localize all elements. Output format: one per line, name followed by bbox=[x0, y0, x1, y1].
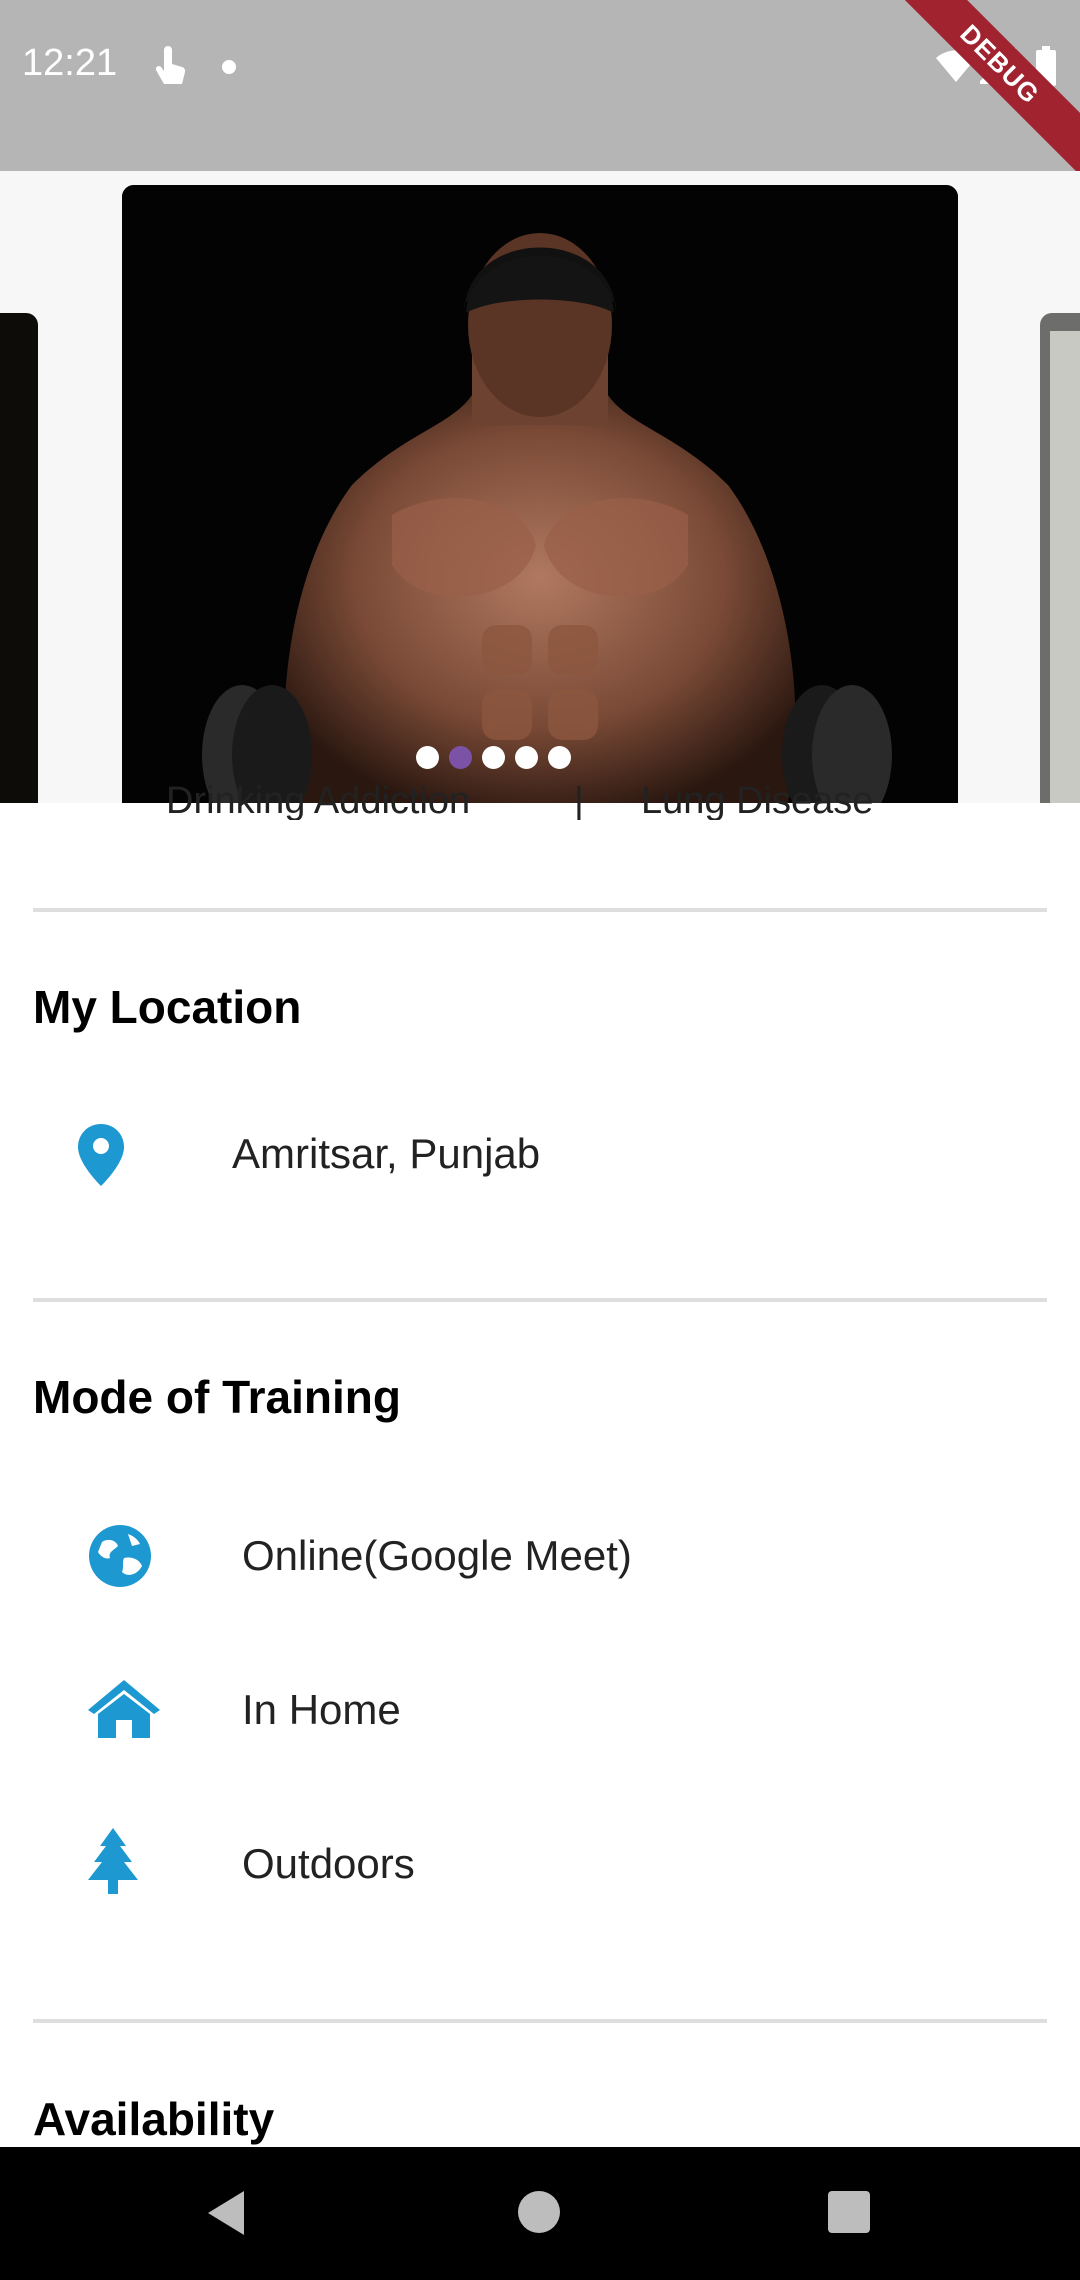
carousel-slide-current[interactable] bbox=[122, 185, 958, 803]
training-section-title: Mode of Training bbox=[33, 1371, 401, 1423]
home-icon bbox=[88, 1680, 160, 1738]
notification-dot bbox=[222, 60, 236, 74]
location-value: Amritsar, Punjab bbox=[232, 1130, 541, 1177]
divider bbox=[33, 2019, 1047, 2023]
tag-separator: | bbox=[574, 780, 584, 820]
home-button[interactable] bbox=[518, 2191, 560, 2233]
back-icon[interactable] bbox=[204, 2189, 248, 2237]
training-mode-home: In Home bbox=[242, 1686, 401, 1733]
recents-button[interactable] bbox=[828, 2191, 870, 2233]
carousel-slide-previous[interactable] bbox=[0, 313, 38, 803]
divider bbox=[33, 908, 1047, 912]
debug-banner: DEBUG bbox=[878, 0, 1080, 186]
tag-lung-disease: Lung Disease bbox=[641, 780, 874, 820]
status-time: 12:21 bbox=[22, 42, 118, 84]
image-carousel[interactable] bbox=[0, 171, 1080, 803]
carousel-slide-next-image bbox=[1050, 331, 1080, 803]
condition-tags: Drinking Addiction | Lung Disease bbox=[0, 760, 1080, 820]
training-mode-online: Online(Google Meet) bbox=[242, 1532, 632, 1579]
system-navigation-bar bbox=[0, 2147, 1080, 2280]
location-section-title: My Location bbox=[33, 981, 302, 1033]
bodybuilder-image bbox=[122, 185, 958, 803]
tree-icon bbox=[88, 1828, 138, 1894]
availability-section-title: Availability bbox=[33, 2093, 275, 2145]
tag-drinking-addiction: Drinking Addiction bbox=[166, 780, 471, 820]
divider bbox=[33, 1298, 1047, 1302]
location-pin-icon bbox=[78, 1124, 124, 1186]
touch-icon bbox=[155, 46, 186, 84]
screen: 12:21 DEBUG Drinking Addiction | Lung Di… bbox=[0, 0, 1080, 2280]
status-bar: 12:21 DEBUG bbox=[0, 0, 1080, 186]
globe-icon bbox=[89, 1525, 151, 1587]
training-mode-outdoors: Outdoors bbox=[242, 1840, 415, 1887]
